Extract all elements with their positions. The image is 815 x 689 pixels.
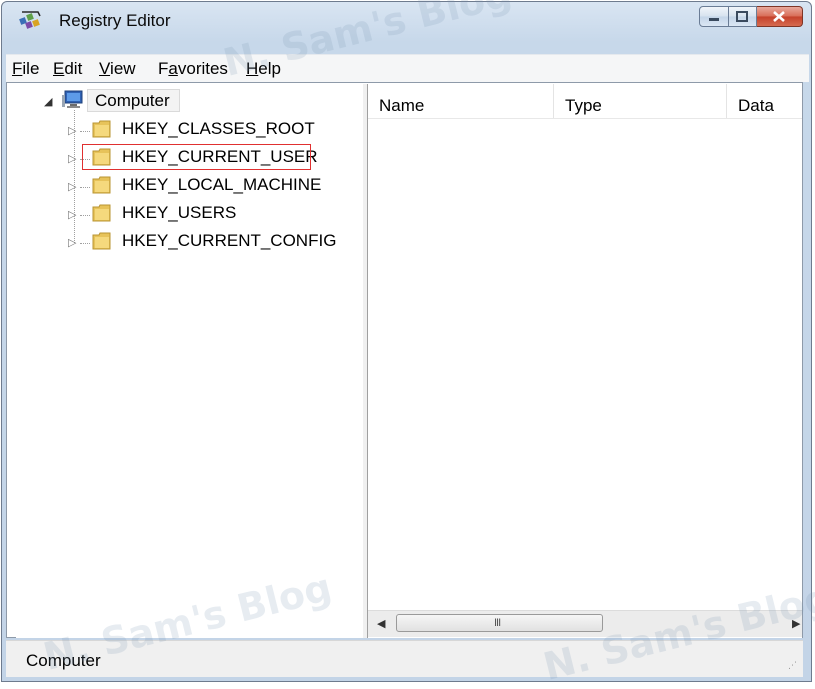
horizontal-scrollbar[interactable]: ◀ III ▶ [368,610,802,637]
column-header-data[interactable]: Data [727,84,802,118]
tree-root-computer[interactable]: Computer [95,91,170,111]
expand-arrow-icon[interactable]: ▷ [68,180,78,193]
collapse-arrow-icon[interactable]: ◢ [44,95,54,108]
highlight-annotation-box [82,144,311,170]
menu-view[interactable]: View [99,59,136,79]
scroll-right-icon[interactable]: ▶ [792,617,800,630]
column-header-type[interactable]: Type [554,84,727,118]
grip-icon: III [494,617,501,629]
maximize-button[interactable] [729,6,757,27]
folder-icon [92,204,111,222]
menu-file[interactable]: File [12,59,39,79]
window-title: Registry Editor [59,11,171,30]
scroll-left-icon[interactable]: ◀ [377,617,385,630]
window-controls [699,6,803,27]
tree-connector [80,215,90,216]
computer-icon [62,90,83,108]
scrollbar-thumb[interactable]: III [396,614,603,632]
menu-help[interactable]: Help [246,59,281,79]
tree-connector [80,131,90,132]
registry-editor-icon [19,11,41,29]
maximize-icon [736,11,748,22]
status-path: Computer [26,651,101,670]
folder-icon [92,232,111,250]
close-icon [773,11,785,22]
title-bar[interactable]: Registry Editor [2,2,811,36]
close-button[interactable] [757,6,803,27]
folder-icon [92,176,111,194]
minimize-button[interactable] [699,6,729,27]
expand-arrow-icon[interactable]: ▷ [68,152,78,165]
status-bar: Computer ⋰ [6,640,803,677]
tree-connector [80,243,90,244]
column-header-name[interactable]: Name [368,84,554,118]
menu-favorites[interactable]: Favorites [158,59,228,79]
menu-bar: File Edit View Favorites Help [6,54,809,82]
expand-arrow-icon[interactable]: ▷ [68,236,78,249]
expand-arrow-icon[interactable]: ▷ [68,124,78,137]
tree-connector [80,187,90,188]
header-divider [368,118,802,119]
minimize-icon [709,18,719,21]
values-list-pane[interactable] [368,84,802,638]
expand-arrow-icon[interactable]: ▷ [68,208,78,221]
resize-grip-icon[interactable]: ⋰ [788,660,797,671]
folder-icon [92,120,111,138]
menu-edit[interactable]: Edit [53,59,82,79]
